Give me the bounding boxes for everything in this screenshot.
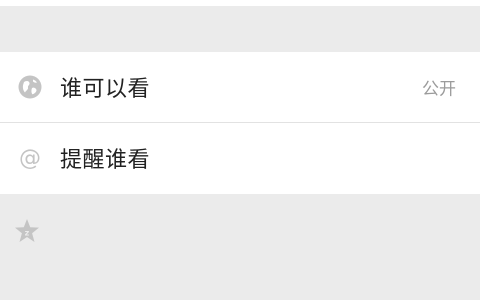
settings-group: 谁可以看 公开 @ 提醒谁看 xyxy=(0,52,480,194)
visibility-value: 公开 xyxy=(422,79,456,100)
globe-icon xyxy=(18,75,42,99)
remind-who-label: 提醒谁看 xyxy=(60,148,151,173)
star-icon[interactable]: z xyxy=(14,218,40,244)
who-can-see-label: 谁可以看 xyxy=(60,77,151,102)
at-icon: @ xyxy=(18,146,42,170)
svg-text:@: @ xyxy=(19,146,41,170)
who-can-see-row[interactable]: 谁可以看 公开 xyxy=(0,52,480,122)
svg-text:z: z xyxy=(25,229,30,238)
section-spacer xyxy=(0,6,480,52)
remind-who-row[interactable]: @ 提醒谁看 xyxy=(0,123,480,193)
bottom-area: z xyxy=(0,194,480,300)
